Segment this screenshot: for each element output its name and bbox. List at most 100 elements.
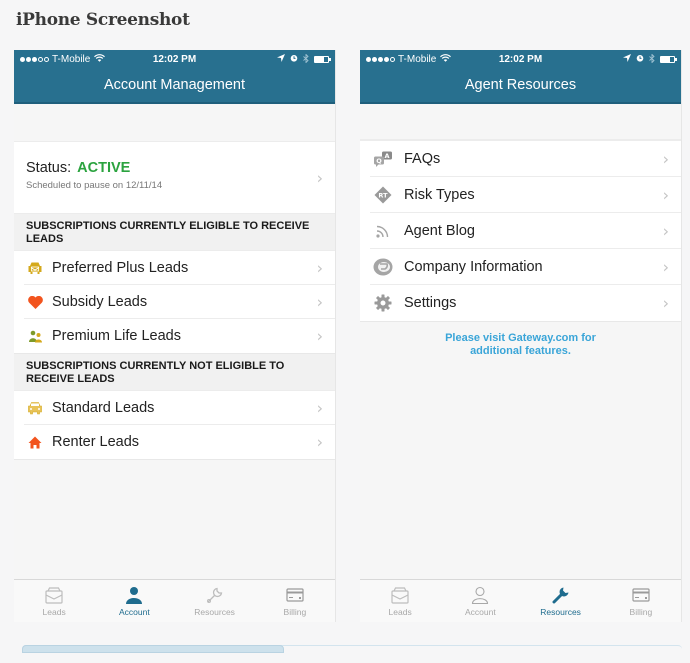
chevron-right-icon: ›	[662, 185, 669, 205]
svg-text:Q: Q	[376, 157, 382, 165]
list-item-settings[interactable]: Settings ›	[360, 285, 681, 321]
tab-leads[interactable]: Leads	[360, 580, 440, 622]
inbox-icon	[43, 585, 65, 605]
account-status-row[interactable]: Status: ACTIVE Scheduled to pause on 12/1…	[14, 142, 335, 214]
bluetooth-icon	[649, 52, 655, 65]
tab-bar: Leads Account Resources Billing	[14, 579, 335, 622]
gear-icon	[372, 294, 394, 312]
list-item-preferred-plus-leads[interactable]: Preferred Plus Leads ›	[14, 251, 335, 285]
nav-title: Account Management	[14, 68, 335, 104]
nav-title: Agent Resources	[360, 68, 681, 104]
gateway-note-text: Please visit Gateway.com for additional …	[445, 332, 596, 357]
item-label: Subsidy Leads	[52, 294, 148, 310]
status-badge: ACTIVE	[77, 160, 131, 176]
horizontal-scrollbar-thumb[interactable]	[22, 645, 284, 653]
item-label: Premium Life Leads	[52, 328, 181, 344]
inbox-icon	[389, 585, 411, 605]
status-bar: T-Mobile 12:02 PM	[360, 50, 681, 68]
bluetooth-icon	[303, 52, 309, 65]
battery-icon	[314, 55, 331, 63]
chevron-right-icon: ›	[316, 292, 323, 312]
wrench-icon	[204, 585, 226, 605]
list-item-faqs[interactable]: AQ FAQs ›	[360, 141, 681, 177]
item-label: Standard Leads	[52, 400, 155, 416]
tab-label: Billing	[283, 607, 307, 617]
phone-account-management: T-Mobile 12:02 PM Account Management Sta…	[14, 50, 336, 622]
alarm-icon	[636, 54, 644, 64]
tab-label: Account	[465, 607, 496, 617]
location-arrow-icon	[277, 54, 285, 64]
person-outline-icon	[469, 585, 491, 605]
signal-strength-icon	[366, 56, 395, 62]
tab-resources[interactable]: Resources	[175, 580, 255, 622]
wrench-icon	[550, 585, 572, 605]
tab-billing[interactable]: Billing	[255, 580, 335, 622]
pause-schedule-text: Scheduled to pause on 12/11/14	[26, 180, 163, 191]
chevron-right-icon: ›	[662, 149, 669, 169]
heart-icon	[26, 293, 44, 311]
location-arrow-icon	[623, 54, 631, 64]
item-label: FAQs	[404, 151, 441, 167]
person-icon	[123, 585, 145, 605]
status-label: Status:	[26, 160, 72, 176]
wifi-icon	[440, 53, 452, 65]
chevron-right-icon: ›	[316, 326, 323, 346]
chevron-right-icon: ›	[662, 293, 669, 313]
battery-icon	[660, 55, 677, 63]
house-icon	[26, 433, 44, 451]
item-label: Risk Types	[404, 187, 475, 203]
list-item-agent-blog[interactable]: Agent Blog ›	[360, 213, 681, 249]
tab-label: Account	[119, 607, 150, 617]
wifi-icon	[94, 53, 106, 65]
tab-resources[interactable]: Resources	[521, 580, 601, 622]
rss-icon	[372, 222, 394, 240]
company-logo-icon	[372, 258, 394, 276]
page-title: iPhone Screenshot	[16, 10, 190, 30]
credit-card-icon	[630, 585, 652, 605]
list-item-premium-life-leads[interactable]: Premium Life Leads ›	[14, 319, 335, 353]
item-label: Company Information	[404, 259, 543, 275]
tab-label: Resources	[194, 607, 235, 617]
list-item-subsidy-leads[interactable]: Subsidy Leads ›	[14, 285, 335, 319]
tab-label: Resources	[540, 607, 581, 617]
tab-label: Leads	[388, 607, 412, 617]
tab-label: Billing	[629, 607, 653, 617]
chevron-right-icon: ›	[316, 432, 323, 452]
phone-agent-resources: T-Mobile 12:02 PM Agent Resources AQ FAQ…	[360, 50, 682, 622]
chevron-right-icon: ›	[662, 257, 669, 277]
chevron-right-icon: ›	[316, 258, 323, 278]
chevron-right-icon: ›	[662, 221, 669, 241]
tab-bar: Leads Account Resources Billing	[360, 579, 681, 622]
qa-bubbles-icon: AQ	[372, 150, 394, 168]
status-bar: T-Mobile 12:02 PM	[14, 50, 335, 68]
chevron-right-icon: ›	[316, 168, 323, 187]
list-item-standard-leads[interactable]: Standard Leads ›	[14, 391, 335, 425]
svg-text:RT: RT	[378, 192, 388, 200]
alarm-icon	[290, 54, 298, 64]
gateway-link[interactable]: Please visit Gateway.com for additional …	[360, 322, 681, 358]
list-item-company-information[interactable]: Company Information ›	[360, 249, 681, 285]
car-icon	[26, 259, 44, 277]
svg-text:A: A	[384, 152, 389, 160]
rt-diamond-icon: RT	[372, 186, 394, 204]
tab-account[interactable]: Account	[440, 580, 520, 622]
item-label: Preferred Plus Leads	[52, 260, 189, 276]
car-outline-icon	[26, 399, 44, 417]
tab-leads[interactable]: Leads	[14, 580, 94, 622]
tab-account[interactable]: Account	[94, 580, 174, 622]
credit-card-icon	[284, 585, 306, 605]
section-header-not-eligible: SUBSCRIPTIONS CURRENTLY NOT ELIGIBLE TO …	[14, 354, 335, 391]
section-header-eligible: SUBSCRIPTIONS CURRENTLY ELIGIBLE TO RECE…	[14, 214, 335, 251]
item-label: Agent Blog	[404, 223, 475, 239]
list-item-renter-leads[interactable]: Renter Leads ›	[14, 425, 335, 459]
item-label: Renter Leads	[52, 434, 140, 450]
item-label: Settings	[404, 295, 457, 311]
carrier-name: T-Mobile	[52, 53, 91, 65]
carrier-name: T-Mobile	[398, 53, 437, 65]
list-item-risk-types[interactable]: RT Risk Types ›	[360, 177, 681, 213]
tab-billing[interactable]: Billing	[601, 580, 681, 622]
people-icon	[26, 327, 44, 345]
tab-label: Leads	[42, 607, 66, 617]
signal-strength-icon	[20, 56, 49, 62]
chevron-right-icon: ›	[316, 398, 323, 418]
